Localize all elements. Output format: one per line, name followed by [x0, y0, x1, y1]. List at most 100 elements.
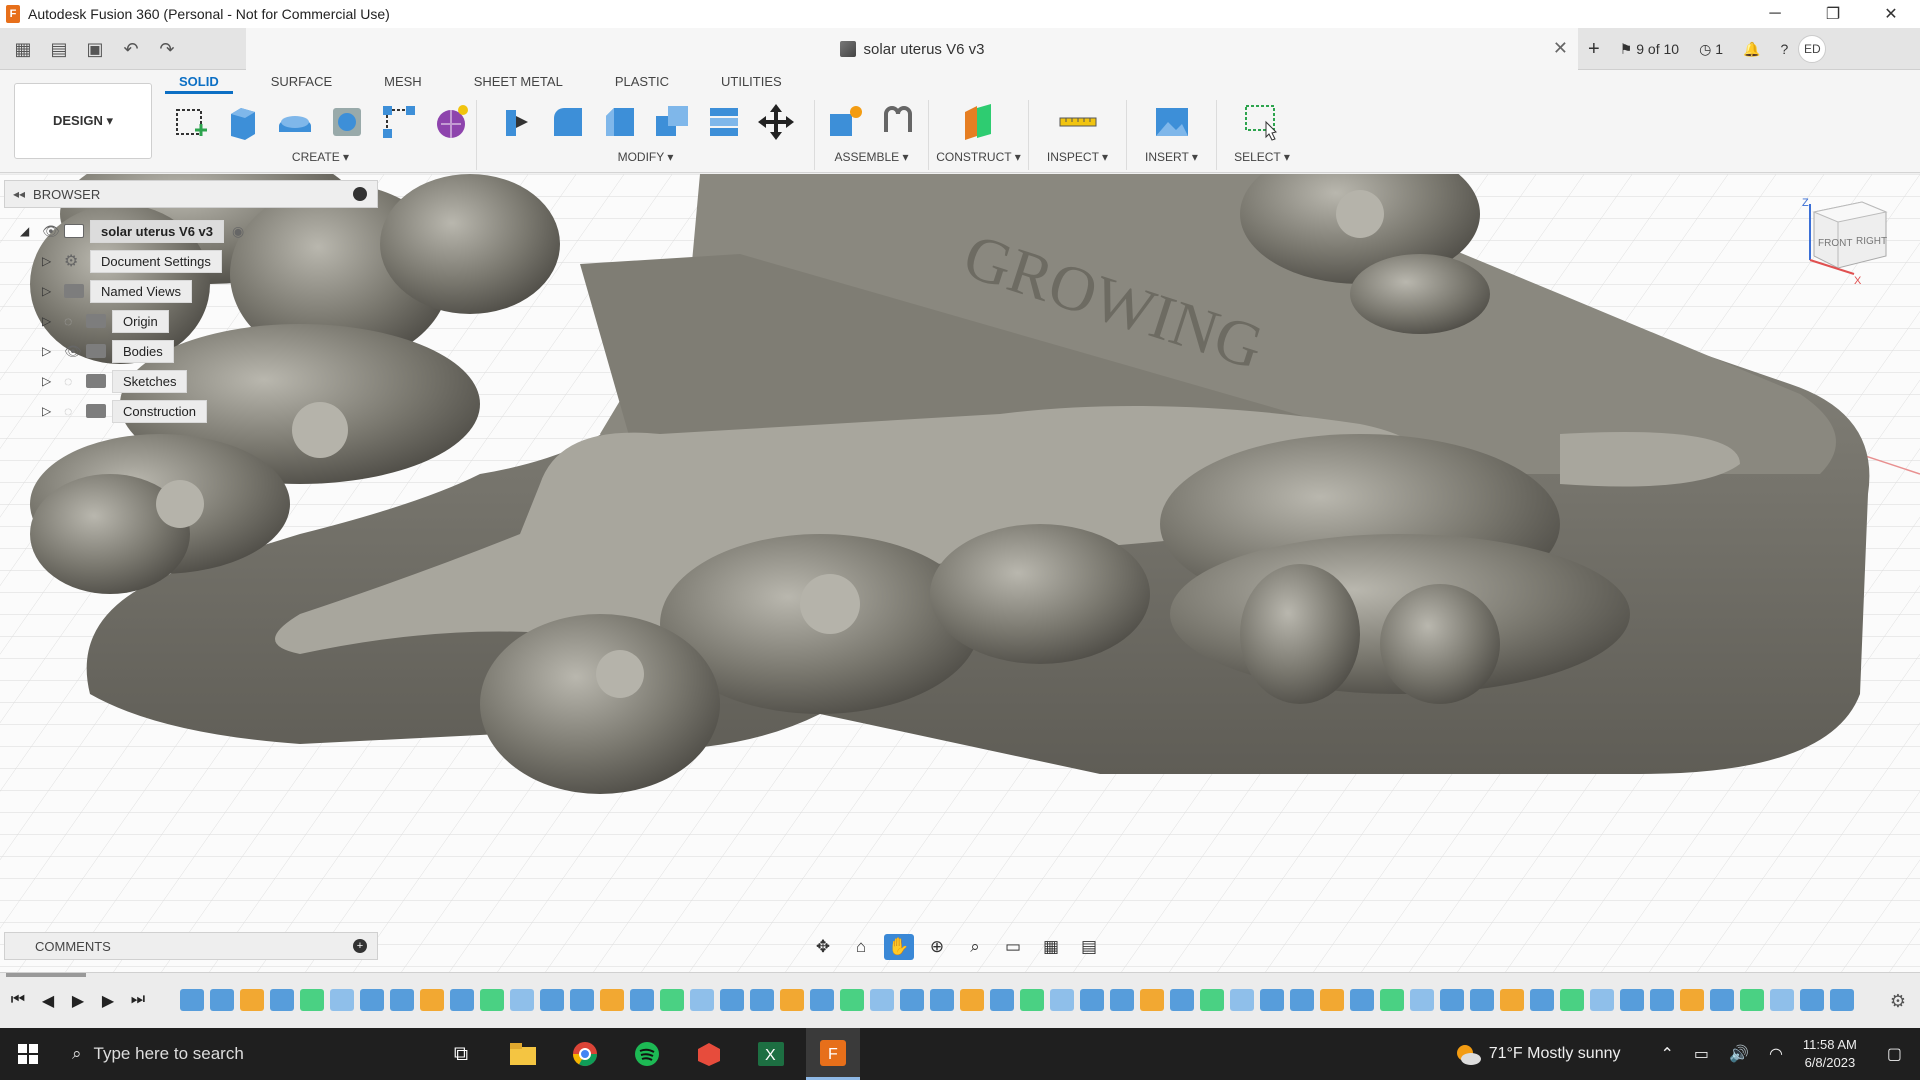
- timeline-feature[interactable]: [900, 989, 924, 1011]
- battery-icon[interactable]: ▭: [1694, 1044, 1709, 1064]
- timeline-settings-gear-icon[interactable]: ⚙: [1890, 991, 1906, 1012]
- timeline-feature[interactable]: [1710, 989, 1734, 1011]
- timeline-feature[interactable]: [1080, 989, 1104, 1011]
- visibility-eye-icon[interactable]: 👁: [64, 343, 86, 360]
- activate-radio-icon[interactable]: ◉: [232, 223, 254, 240]
- tab-plastic[interactable]: PLASTIC: [601, 70, 683, 94]
- redo-icon[interactable]: ↷: [154, 39, 180, 60]
- timeline-feature[interactable]: [1140, 989, 1164, 1011]
- tab-utilities[interactable]: UTILITIES: [707, 70, 796, 94]
- file-explorer-icon[interactable]: [496, 1028, 550, 1080]
- collapse-triangle-icon[interactable]: ◢: [20, 224, 42, 238]
- create-sketch-icon[interactable]: [169, 100, 213, 144]
- timeline-feature[interactable]: [1200, 989, 1224, 1011]
- expand-triangle-icon[interactable]: ▷: [42, 374, 64, 388]
- timeline-feature[interactable]: [210, 989, 234, 1011]
- tree-item-origin[interactable]: ▷ ◌ Origin: [20, 306, 254, 336]
- excel-icon[interactable]: X: [744, 1028, 798, 1080]
- 3d-viewport[interactable]: GROWING: [0, 174, 1920, 982]
- view-cube[interactable]: FRONT RIGHT Z X: [1800, 198, 1896, 294]
- timeline-feature[interactable]: [960, 989, 984, 1011]
- document-tab[interactable]: solar uterus V6 v3 ✕: [246, 28, 1578, 70]
- visibility-eye-icon[interactable]: 👁: [42, 223, 64, 240]
- timeline-feature[interactable]: [1470, 989, 1494, 1011]
- look-at-icon[interactable]: ⌂: [846, 934, 876, 960]
- timeline-feature[interactable]: [870, 989, 894, 1011]
- select-menu[interactable]: SELECT ▾: [1234, 150, 1290, 164]
- display-settings-icon[interactable]: ▭: [998, 934, 1028, 960]
- timeline-feature[interactable]: [630, 989, 654, 1011]
- insert-menu[interactable]: INSERT ▾: [1145, 150, 1198, 164]
- expand-triangle-icon[interactable]: ▷: [42, 254, 64, 268]
- user-avatar[interactable]: ED: [1798, 35, 1827, 63]
- 3d-app-icon[interactable]: [682, 1028, 736, 1080]
- joint-icon[interactable]: [876, 100, 920, 144]
- timeline-feature[interactable]: [360, 989, 384, 1011]
- timeline-feature[interactable]: [1530, 989, 1554, 1011]
- play-icon[interactable]: ▶: [68, 991, 88, 1011]
- create-menu[interactable]: CREATE ▾: [292, 150, 349, 164]
- pan-icon[interactable]: ✋: [884, 934, 914, 960]
- timeline-feature[interactable]: [330, 989, 354, 1011]
- tab-mesh[interactable]: MESH: [370, 70, 436, 94]
- view-cube-front-label[interactable]: FRONT: [1818, 238, 1852, 249]
- minimize-button[interactable]: ─: [1746, 0, 1804, 28]
- start-button[interactable]: [0, 1028, 56, 1080]
- chrome-icon[interactable]: [558, 1028, 612, 1080]
- workspace-switcher[interactable]: DESIGN ▾: [14, 83, 152, 159]
- inspect-menu[interactable]: INSPECT ▾: [1047, 150, 1108, 164]
- timeline-feature[interactable]: [750, 989, 774, 1011]
- add-comment-icon[interactable]: +: [353, 939, 367, 953]
- timeline-feature[interactable]: [1800, 989, 1824, 1011]
- save-icon[interactable]: ▣: [82, 39, 108, 60]
- task-view-icon[interactable]: ⧉: [434, 1028, 488, 1080]
- version-indicator[interactable]: ⚑ 9 of 10: [1620, 41, 1679, 58]
- expand-triangle-icon[interactable]: ▷: [42, 344, 64, 358]
- go-to-start-icon[interactable]: ⏮: [8, 991, 28, 1011]
- comments-panel[interactable]: COMMENTS +: [4, 932, 378, 960]
- chamfer-icon[interactable]: [598, 100, 642, 144]
- press-pull-icon[interactable]: [494, 100, 538, 144]
- browser-panel-header[interactable]: ◂◂ BROWSER: [4, 180, 378, 208]
- shell-icon[interactable]: [650, 100, 694, 144]
- fit-icon[interactable]: ⌕: [960, 934, 990, 960]
- step-forward-icon[interactable]: ▶: [98, 991, 118, 1011]
- timeline-feature[interactable]: [270, 989, 294, 1011]
- combine-icon[interactable]: [702, 100, 746, 144]
- timeline-feature[interactable]: [300, 989, 324, 1011]
- zoom-icon[interactable]: ⊕: [922, 934, 952, 960]
- extrude-icon[interactable]: [221, 100, 265, 144]
- spotify-icon[interactable]: [620, 1028, 674, 1080]
- timeline-feature[interactable]: [600, 989, 624, 1011]
- timeline-feature[interactable]: [1230, 989, 1254, 1011]
- create-form-icon[interactable]: [429, 100, 473, 144]
- timeline-feature[interactable]: [660, 989, 684, 1011]
- tree-item-named-views[interactable]: ▷ Named Views: [20, 276, 254, 306]
- timeline-feature[interactable]: [1650, 989, 1674, 1011]
- tree-item-sketches[interactable]: ▷ ◌ Sketches: [20, 366, 254, 396]
- help-icon[interactable]: ?: [1781, 41, 1789, 57]
- timeline-feature[interactable]: [690, 989, 714, 1011]
- tab-surface[interactable]: SURFACE: [257, 70, 346, 94]
- fillet-icon[interactable]: [546, 100, 590, 144]
- timeline-feature[interactable]: [1440, 989, 1464, 1011]
- timeline-feature[interactable]: [450, 989, 474, 1011]
- timeline-feature[interactable]: [510, 989, 534, 1011]
- timeline-feature[interactable]: [1320, 989, 1344, 1011]
- taskbar-search[interactable]: ⌕ Type here to search: [56, 1028, 316, 1080]
- timeline-feature[interactable]: [720, 989, 744, 1011]
- timeline-feature[interactable]: [420, 989, 444, 1011]
- timeline-feature[interactable]: [1350, 989, 1374, 1011]
- timeline-feature[interactable]: [840, 989, 864, 1011]
- move-copy-icon[interactable]: [754, 100, 798, 144]
- tree-item-construction[interactable]: ▷ ◌ Construction: [20, 396, 254, 426]
- maximize-button[interactable]: ❐: [1804, 0, 1862, 28]
- timeline-feature[interactable]: [1680, 989, 1704, 1011]
- wifi-icon[interactable]: ◠: [1769, 1044, 1783, 1064]
- tree-root[interactable]: ◢ 👁 solar uterus V6 v3 ◉: [20, 216, 254, 246]
- job-status[interactable]: ◷ 1: [1699, 41, 1723, 58]
- pattern-icon[interactable]: [377, 100, 421, 144]
- close-document-icon[interactable]: ✕: [1553, 38, 1568, 59]
- revolve-icon[interactable]: [273, 100, 317, 144]
- hidden-eye-icon[interactable]: ◌: [64, 373, 86, 389]
